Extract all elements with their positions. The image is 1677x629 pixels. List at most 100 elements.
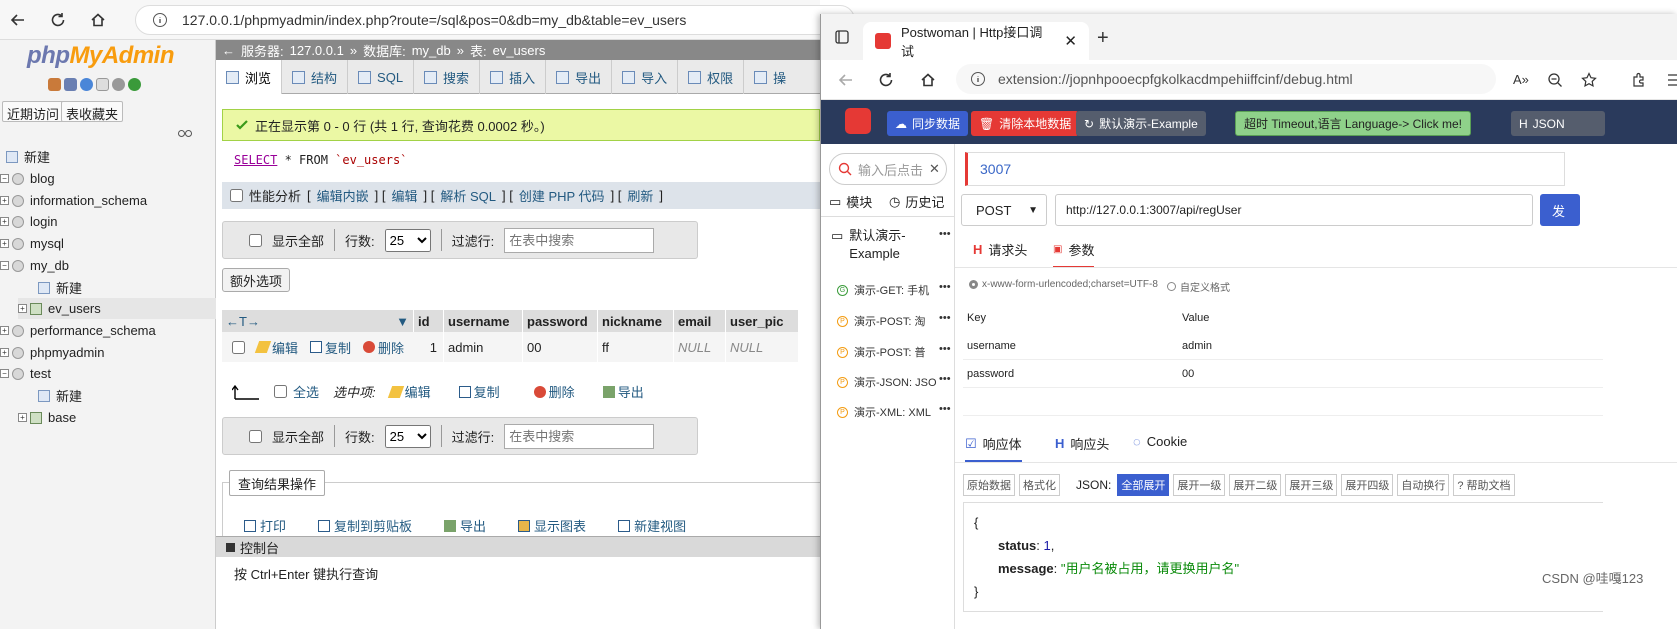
new-tab-icon[interactable]: + — [1097, 27, 1109, 50]
tree-db-phpmyadmin[interactable]: + phpmyadmin — [0, 342, 104, 363]
extra-options-button[interactable]: 额外选项 — [222, 268, 291, 292]
home-icon[interactable] — [86, 8, 110, 32]
column-controls[interactable]: ←T→ ▼ — [222, 310, 414, 332]
select-all-checkbox[interactable] — [274, 385, 287, 398]
expand-level4-button[interactable]: 展开四级 — [1341, 474, 1394, 496]
col-id[interactable]: id — [414, 310, 444, 332]
col-password[interactable]: password — [523, 310, 598, 332]
collapse-panel-icon[interactable]: ← — [222, 43, 235, 58]
print-button[interactable]: 打印 — [244, 516, 286, 535]
cell-email[interactable]: NULL — [674, 332, 726, 362]
rows-select[interactable]: 25 — [384, 424, 431, 448]
cell-id[interactable]: 1 — [414, 332, 444, 362]
export-button[interactable]: 导出 — [444, 516, 486, 535]
tree-new-table-test[interactable]: 新建 — [38, 385, 82, 406]
expand-icon[interactable]: + — [0, 348, 9, 357]
tree-db-my-db[interactable]: − my_db — [0, 255, 69, 276]
favorites-button[interactable]: 表收藏夹 — [61, 101, 124, 122]
tree-db-performance-schema[interactable]: + performance_schema — [0, 320, 156, 341]
tree-table-ev-users[interactable]: + ev_users — [18, 298, 216, 319]
body-opt-urlencoded[interactable]: x-www-form-urlencoded;charset=UTF-8 — [969, 279, 1158, 290]
collapse-icon[interactable]: − — [0, 261, 9, 270]
tab-privileges[interactable]: 权限 — [678, 60, 745, 94]
zoom-icon[interactable] — [1547, 72, 1563, 88]
rows-select[interactable]: 25 — [384, 228, 431, 252]
copy-clipboard-button[interactable]: 复制到剪贴板 — [318, 516, 412, 535]
recent-button[interactable]: 近期访问 — [2, 101, 65, 122]
clear-icon[interactable]: ✕ — [929, 161, 940, 177]
tab-insert[interactable]: 插入 — [480, 60, 547, 94]
tab-export[interactable]: 导出 — [546, 60, 613, 94]
col-nickname[interactable]: nickname — [598, 310, 674, 332]
item-demo-post-1[interactable]: P 演示-POST: 淘 — [837, 313, 926, 329]
tree-db-test[interactable]: − test — [0, 363, 51, 384]
param-key[interactable]: username — [963, 340, 1178, 352]
bulk-edit-button[interactable]: 编辑 — [387, 382, 431, 401]
tree-db-blog[interactable]: − blog — [0, 168, 55, 189]
item-demo-post-2[interactable]: P 演示-POST: 普 — [837, 344, 926, 360]
sort-down-icon[interactable]: ▼ — [396, 314, 409, 329]
back-icon[interactable] — [837, 71, 855, 89]
tab-cookie[interactable]: ◌ Cookie — [1133, 434, 1187, 449]
docs-icon[interactable] — [96, 78, 109, 91]
tab-params[interactable]: ▣ 参数 — [1053, 240, 1095, 268]
expand-columns-icon[interactable]: ←T→ — [226, 314, 260, 329]
port-input[interactable]: 3007 — [965, 152, 1565, 186]
collections-icon[interactable] — [1667, 72, 1677, 88]
cell-nickname[interactable]: ff — [598, 332, 674, 362]
expand-icon[interactable]: + — [18, 304, 27, 313]
filter-input[interactable] — [504, 227, 655, 253]
console-bar[interactable]: 控制台 — [216, 536, 820, 557]
tree-db-information-schema[interactable]: + information_schema — [0, 190, 147, 211]
breadcrumb-db[interactable]: my_db — [412, 43, 451, 58]
reload-nav-icon[interactable] — [128, 78, 141, 91]
param-key[interactable]: password — [963, 368, 1178, 380]
item-more-icon[interactable]: ••• — [939, 281, 951, 293]
tab-browse[interactable]: 浏览 — [216, 60, 283, 94]
expand-icon[interactable]: + — [0, 217, 9, 226]
edit-link[interactable]: 编辑 — [392, 186, 418, 205]
group-default-example[interactable]: ▭ 默认演示-Example — [831, 227, 931, 263]
item-more-icon[interactable]: ••• — [939, 403, 951, 415]
back-icon[interactable] — [6, 8, 30, 32]
select-all-label[interactable]: 全选 — [293, 382, 319, 401]
breadcrumb-table[interactable]: ev_users — [493, 43, 546, 58]
expand-icon[interactable]: + — [18, 413, 27, 422]
group-more-icon[interactable]: ••• — [939, 228, 951, 240]
format-button[interactable]: 格式化 — [1019, 474, 1060, 496]
new-view-button[interactable]: 新建视图 — [618, 516, 686, 535]
tab-modules[interactable]: ▭ 模块 — [829, 192, 872, 211]
create-php-link[interactable]: 创建 PHP 代码 — [519, 186, 605, 205]
link-icon[interactable] — [178, 129, 192, 138]
tree-db-login[interactable]: + login — [0, 211, 57, 232]
row-delete-button[interactable]: 删除 — [363, 338, 404, 357]
expand-icon[interactable]: + — [0, 239, 9, 248]
col-user-pic[interactable]: user_pic — [726, 310, 798, 332]
default-demo-button[interactable]: ↻ 默认演示-Example — [1076, 111, 1206, 136]
item-demo-json[interactable]: P 演示-JSON: JSO — [837, 374, 937, 390]
tab-operations[interactable]: 操 — [744, 60, 796, 94]
home-icon[interactable] — [919, 71, 937, 89]
col-email[interactable]: email — [674, 310, 726, 332]
info-icon[interactable] — [152, 12, 168, 28]
logout-icon[interactable] — [64, 78, 77, 91]
tab-import[interactable]: 导入 — [612, 60, 679, 94]
home-icon[interactable] — [48, 78, 61, 91]
item-more-icon[interactable]: ••• — [939, 343, 951, 355]
bulk-copy-button[interactable]: 复制 — [458, 382, 500, 401]
expand-icon[interactable]: + — [0, 326, 9, 335]
address-bar[interactable]: 127.0.0.1/phpmyadmin/index.php?route=/sq… — [135, 5, 855, 35]
refresh-link[interactable]: 刷新 — [627, 186, 653, 205]
cell-password[interactable]: 00 — [523, 332, 598, 362]
timeout-language-button[interactable]: 超时 Timeout,语言 Language-> Click me! — [1235, 111, 1471, 136]
favorite-icon[interactable] — [1581, 72, 1597, 88]
item-more-icon[interactable]: ••• — [939, 373, 951, 385]
pw-address-bar[interactable]: extension://jopnhpooecpfgkolkacdmpehiiff… — [956, 64, 1496, 94]
expand-level3-button[interactable]: 展开三级 — [1285, 474, 1338, 496]
item-more-icon[interactable]: ••• — [939, 312, 951, 324]
explain-sql-link[interactable]: 解析 SQL — [440, 186, 496, 205]
cell-username[interactable]: admin — [444, 332, 523, 362]
tree-table-base[interactable]: + base — [18, 407, 76, 428]
tree-new-db[interactable]: 新建 — [6, 146, 50, 167]
expand-level1-button[interactable]: 展开一级 — [1173, 474, 1226, 496]
